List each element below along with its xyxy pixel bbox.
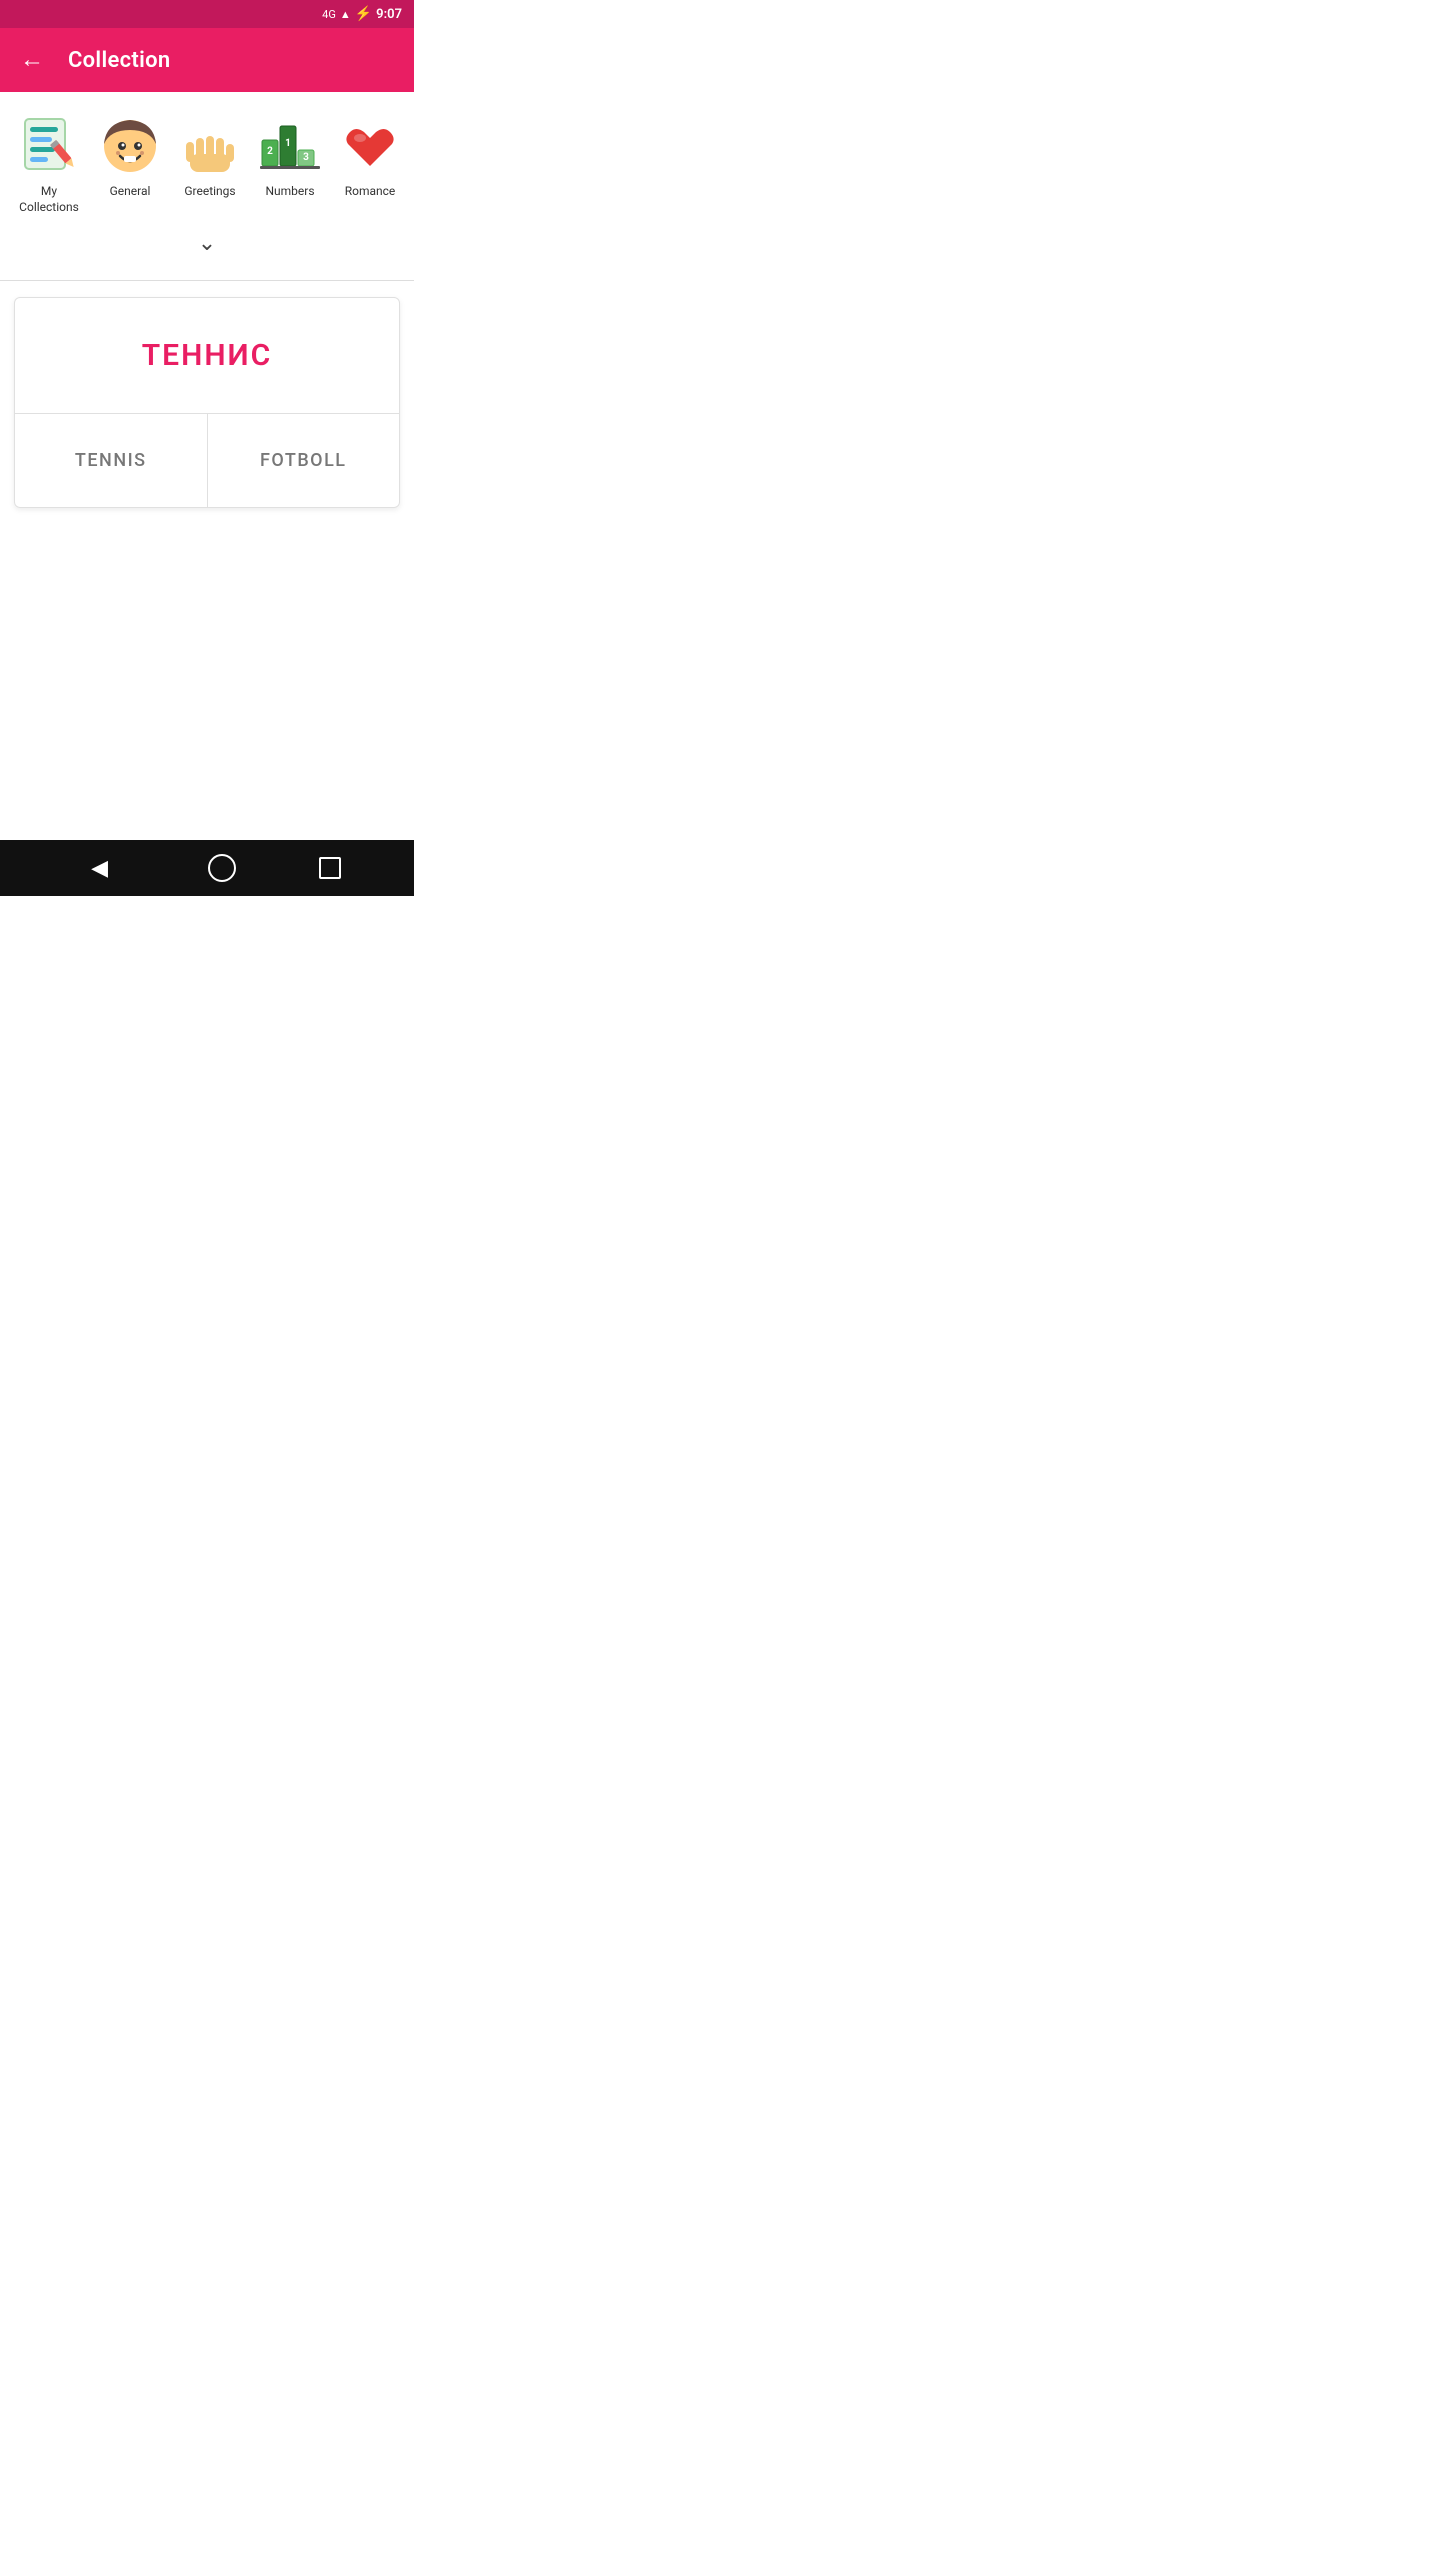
- app-bar: ← Collection: [0, 28, 414, 92]
- nav-back-button[interactable]: ◀: [73, 851, 126, 885]
- svg-text:1: 1: [285, 138, 291, 149]
- flashcard-translation-1[interactable]: TENNIS: [15, 414, 208, 507]
- category-item-my-collections[interactable]: My Collections: [8, 110, 90, 223]
- nav-home-button[interactable]: [208, 854, 236, 882]
- numbers-icon: 2 1 3: [258, 114, 322, 178]
- category-item-emergency[interactable]: Emergency: [410, 110, 414, 223]
- category-label-romance: Romance: [345, 184, 396, 200]
- category-label-numbers: Numbers: [265, 184, 314, 200]
- nav-recents-button[interactable]: [319, 857, 341, 879]
- flashcard-word: ТЕННИС: [142, 338, 273, 373]
- content-spacer: [0, 524, 414, 840]
- romance-icon: [338, 114, 402, 178]
- category-label-my-collections: My Collections: [14, 184, 84, 215]
- flashcard-top: ТЕННИС: [15, 298, 399, 414]
- flashcard[interactable]: ТЕННИС TENNIS FOTBOLL: [14, 297, 400, 508]
- time-label: 9:07: [376, 7, 402, 22]
- network-label: 4G: [322, 8, 336, 21]
- category-section: My Collections: [0, 92, 414, 280]
- svg-text:2: 2: [267, 146, 273, 157]
- category-item-general[interactable]: General: [90, 110, 170, 223]
- page-title: Collection: [68, 48, 170, 73]
- back-button[interactable]: ←: [16, 44, 48, 76]
- expand-row[interactable]: ⌄: [0, 223, 414, 270]
- chevron-down-icon: ⌄: [198, 231, 216, 256]
- flashcard-area: ТЕННИС TENNIS FOTBOLL: [0, 281, 414, 524]
- greetings-icon: [178, 114, 242, 178]
- svg-text:3: 3: [303, 152, 309, 163]
- category-label-general: General: [110, 184, 151, 200]
- general-icon: [98, 114, 162, 178]
- nav-bar: ◀: [0, 840, 414, 896]
- battery-icon: ⚡: [355, 6, 372, 22]
- category-item-romance[interactable]: Romance: [330, 110, 410, 223]
- flashcard-translation-2[interactable]: FOTBOLL: [208, 414, 400, 507]
- status-bar: 4G ▲ ⚡ 9:07: [0, 0, 414, 28]
- category-item-greetings[interactable]: Greetings: [170, 110, 250, 223]
- flashcard-bottom: TENNIS FOTBOLL: [15, 414, 399, 507]
- category-item-numbers[interactable]: 2 1 3 Numbers: [250, 110, 330, 223]
- category-list: My Collections: [0, 110, 414, 223]
- category-label-greetings: Greetings: [184, 184, 235, 200]
- signal-icon: ▲: [340, 8, 351, 21]
- status-icons: 4G ▲ ⚡ 9:07: [322, 6, 402, 22]
- my-collections-icon: [17, 114, 81, 178]
